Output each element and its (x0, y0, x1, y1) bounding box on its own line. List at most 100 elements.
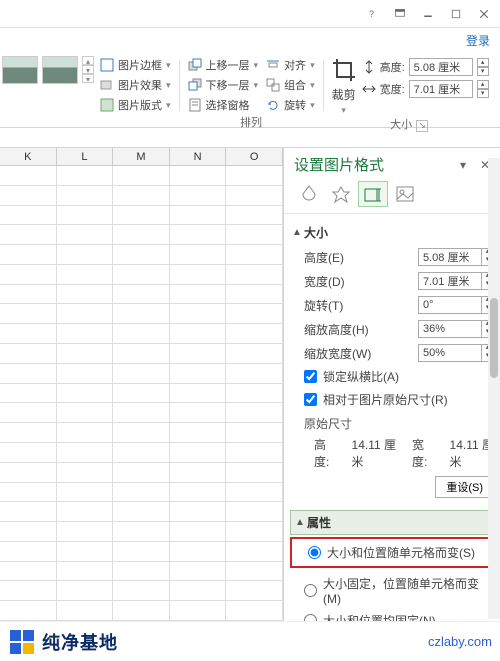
window-titlebar: ? (0, 0, 500, 28)
width-icon (362, 82, 376, 96)
ribbon-group-label-arrange: 排列 (186, 114, 317, 132)
height-input[interactable]: 5.08 厘米 (409, 58, 473, 76)
send-backward-icon (188, 78, 202, 92)
ribbon-options-button[interactable] (388, 4, 412, 24)
picture-border-button[interactable]: 图片边框▾ (98, 56, 173, 74)
grid-row[interactable] (0, 443, 283, 463)
crop-icon (330, 56, 358, 84)
grid-row[interactable] (0, 166, 283, 186)
border-icon (100, 58, 114, 72)
spin-up[interactable]: ▴ (477, 80, 489, 89)
brand-url: czlaby.com (428, 634, 492, 649)
pane-title: 设置图片格式 (294, 154, 384, 175)
gallery-down-button[interactable]: ▾ (82, 65, 94, 74)
crop-button[interactable]: 裁剪 ▾ (330, 56, 358, 116)
maximize-button[interactable] (444, 4, 468, 24)
height-field[interactable]: 5.08 厘米▴▾ (418, 248, 494, 266)
pane-tab-row (284, 181, 500, 214)
col-header[interactable]: K (0, 148, 57, 165)
height-spin: 高度: 5.08 厘米 ▴▾ (362, 58, 489, 76)
grid-row[interactable] (0, 186, 283, 206)
tab-picture[interactable] (390, 181, 420, 207)
section-properties-header[interactable]: 属性 (290, 510, 494, 535)
grid-row[interactable] (0, 403, 283, 423)
grid-row[interactable] (0, 324, 283, 344)
pane-dropdown-button[interactable]: ▾ (454, 156, 472, 174)
grid-row[interactable] (0, 285, 283, 305)
col-header[interactable]: M (113, 148, 170, 165)
send-backward-button[interactable]: 下移一层▾ (186, 76, 261, 94)
tab-size-properties[interactable] (358, 181, 388, 207)
grid-row[interactable] (0, 483, 283, 503)
size-launcher-button[interactable]: ↘ (416, 120, 428, 132)
grid-row[interactable] (0, 344, 283, 364)
grid-rows (0, 166, 283, 621)
watermark-footer: 纯净基地 czlaby.com (0, 621, 500, 661)
height-label: 高度(E) (304, 249, 414, 266)
bring-forward-button[interactable]: 上移一层▾ (186, 56, 261, 74)
tab-effects[interactable] (326, 181, 356, 207)
move-size-radio[interactable]: 大小和位置随单元格而变(S) (294, 541, 490, 564)
grid-row[interactable] (0, 423, 283, 443)
grid-row[interactable] (0, 364, 283, 384)
picture-style-item[interactable] (2, 56, 38, 84)
align-button[interactable]: 对齐▾ (264, 56, 317, 74)
dont-move-size-radio[interactable]: 大小和位置均固定(N) (290, 609, 494, 621)
rotation-label: 旋转(T) (304, 297, 414, 314)
col-header[interactable]: L (57, 148, 114, 165)
spin-down[interactable]: ▾ (477, 89, 489, 98)
picture-effects-button[interactable]: 图片效果▾ (98, 76, 173, 94)
svg-text:?: ? (369, 9, 374, 19)
original-dimensions: 高度: 14.11 厘米 宽度: 14.11 厘米 (290, 434, 494, 472)
grid-row[interactable] (0, 522, 283, 542)
effects-icon (100, 78, 114, 92)
help-button[interactable]: ? (360, 4, 384, 24)
group-button[interactable]: 组合▾ (264, 76, 317, 94)
grid-row[interactable] (0, 304, 283, 324)
grid-row[interactable] (0, 542, 283, 562)
align-icon (266, 58, 280, 72)
reset-button[interactable]: 重设(S) (435, 476, 494, 498)
gallery-more-button[interactable]: ▾ (82, 74, 94, 83)
col-header[interactable]: O (226, 148, 283, 165)
scroll-thumb[interactable] (490, 298, 498, 378)
sign-in-link[interactable]: 登录 (0, 28, 500, 52)
move-not-size-radio[interactable]: 大小固定，位置随单元格而变(M) (290, 572, 494, 609)
grid-row[interactable] (0, 581, 283, 601)
relative-original-checkbox[interactable]: 相对于图片原始尺寸(R) (290, 388, 494, 411)
section-size: 大小 高度(E)5.08 厘米▴▾ 宽度(D)7.01 厘米▴▾ 旋转(T)0°… (290, 216, 494, 506)
gallery-up-button[interactable]: ▴ (82, 56, 94, 65)
rotation-field[interactable]: 0°▴▾ (418, 296, 494, 314)
vertical-scrollbar[interactable] (488, 158, 500, 619)
picture-layout-button[interactable]: 图片版式▾ (98, 96, 173, 114)
width-field[interactable]: 7.01 厘米▴▾ (418, 272, 494, 290)
scale-height-field[interactable]: 36%▴▾ (418, 320, 494, 338)
grid-row[interactable] (0, 384, 283, 404)
brand-logo: 纯净基地 (8, 628, 118, 656)
picture-style-item[interactable] (42, 56, 78, 84)
width-spin: 宽度: 7.01 厘米 ▴▾ (362, 80, 489, 98)
grid-row[interactable] (0, 265, 283, 285)
scale-width-field[interactable]: 50%▴▾ (418, 344, 494, 362)
main-area: K L M N O (0, 148, 500, 621)
grid-row[interactable] (0, 463, 283, 483)
rotate-button[interactable]: 旋转▾ (264, 96, 317, 114)
minimize-button[interactable] (416, 4, 440, 24)
lock-aspect-checkbox[interactable]: 锁定纵横比(A) (290, 365, 494, 388)
tab-fill-line[interactable] (294, 181, 324, 207)
grid-row[interactable] (0, 502, 283, 522)
height-icon (362, 60, 376, 74)
spreadsheet-grid[interactable]: K L M N O (0, 148, 284, 621)
selection-pane-button[interactable]: 选择窗格 (186, 96, 261, 114)
grid-row[interactable] (0, 601, 283, 621)
grid-row[interactable] (0, 225, 283, 245)
grid-row[interactable] (0, 245, 283, 265)
spin-down[interactable]: ▾ (477, 67, 489, 76)
close-button[interactable] (472, 4, 496, 24)
width-input[interactable]: 7.01 厘米 (409, 80, 473, 98)
spin-up[interactable]: ▴ (477, 58, 489, 67)
section-size-header[interactable]: 大小 (290, 220, 494, 245)
col-header[interactable]: N (170, 148, 227, 165)
grid-row[interactable] (0, 562, 283, 582)
grid-row[interactable] (0, 206, 283, 226)
